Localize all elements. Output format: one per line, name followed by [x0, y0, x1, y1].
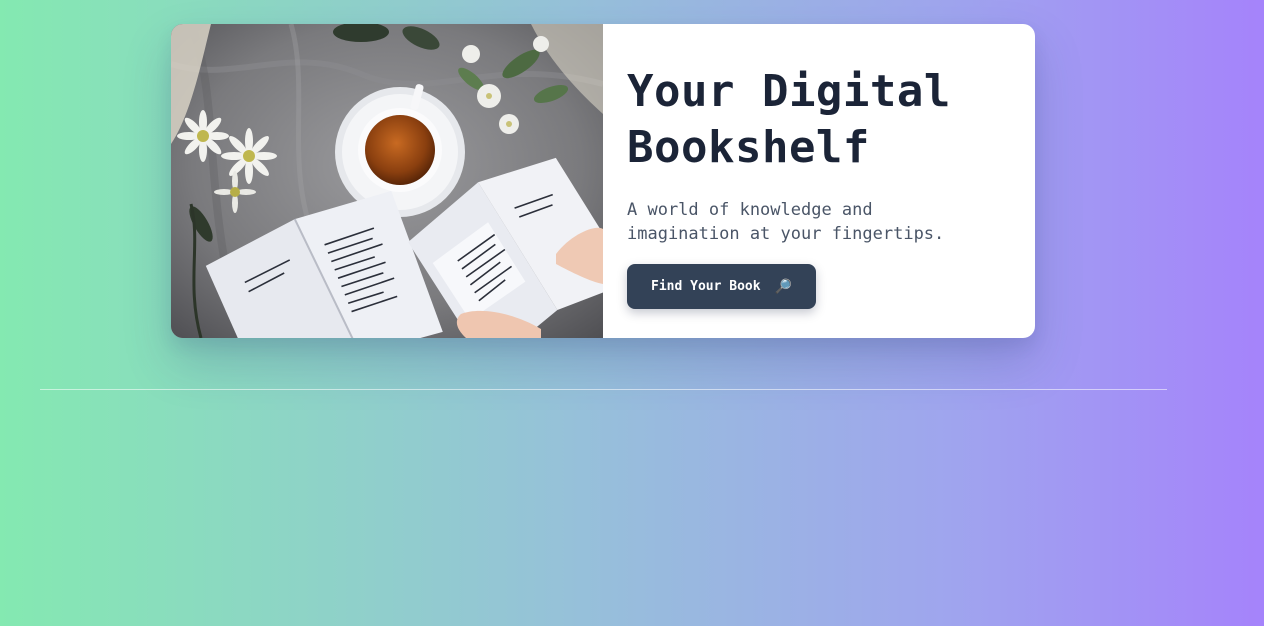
hero-subtitle-line1: A world of knowledge and [627, 200, 873, 220]
find-your-book-button[interactable]: Find Your Book 🔎 [627, 264, 817, 309]
hero-image [171, 24, 603, 338]
find-your-book-label: Find Your Book [651, 279, 761, 294]
hero-card: Your Digital Bookshelf A world of knowled… [171, 24, 1035, 338]
section-divider [40, 389, 1167, 390]
magnifying-glass-icon: 🔎 [774, 278, 793, 295]
hero-content: Your Digital Bookshelf A world of knowled… [603, 24, 1035, 338]
books-and-tea-photo [171, 24, 603, 338]
hero-subtitle: A world of knowledge and imagination at y… [627, 198, 1011, 246]
hero-subtitle-line2: imagination at your fingertips. [627, 224, 945, 244]
page-title-line2: Bookshelf [627, 122, 870, 173]
page-title-line1: Your Digital [627, 66, 951, 117]
page-title: Your Digital Bookshelf [627, 64, 1011, 176]
